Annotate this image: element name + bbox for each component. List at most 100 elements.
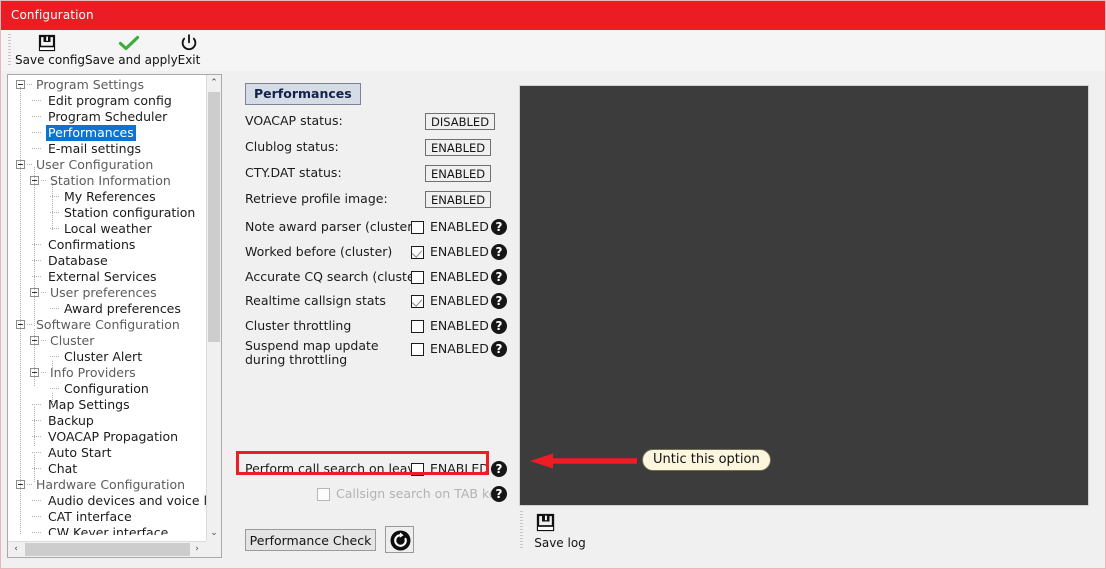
sidebar-item-chat[interactable]: Chat: [8, 461, 206, 477]
status-row: VOACAP status: DISABLED: [239, 111, 511, 131]
sidebar-item-configuration[interactable]: Configuration: [8, 381, 206, 397]
annotation-arrow-icon: [529, 451, 639, 471]
sidebar-item-label: Chat: [48, 461, 78, 476]
sidebar-item-cluster-alert[interactable]: Cluster Alert: [8, 349, 206, 365]
tree-vertical-scrollbar[interactable]: ⌃ ⌄: [206, 75, 221, 541]
sidebar-item-station-information[interactable]: Station Information: [8, 173, 206, 189]
sidebar-item-e-mail-settings[interactable]: E-mail settings: [8, 141, 206, 157]
settings-tree[interactable]: Program Settings Edit program config Progr…: [8, 77, 206, 535]
help-icon[interactable]: ?: [491, 461, 507, 477]
sidebar-item-edit-program-config[interactable]: Edit program config: [8, 93, 206, 109]
help-icon[interactable]: ?: [491, 318, 507, 334]
sidebar-item-program-scheduler[interactable]: Program Scheduler: [8, 109, 206, 125]
scroll-up-icon[interactable]: ⌃: [207, 75, 221, 91]
sidebar-item-user-preferences[interactable]: User preferences: [8, 285, 206, 301]
tree-guide-line: [34, 407, 35, 447]
sidebar-item-cw-keyer-interface[interactable]: CW Keyer interface: [8, 525, 206, 535]
sidebar-item-label: VOACAP Propagation: [48, 429, 179, 444]
sidebar-item-performances[interactable]: Performances: [8, 125, 206, 141]
sidebar-item-award-preferences[interactable]: Award preferences: [8, 301, 206, 317]
option-checkbox[interactable]: [411, 320, 424, 333]
refresh-circle-icon: [390, 530, 411, 555]
tree-connector: [50, 308, 60, 309]
option-label: Callsign search on TAB key: [336, 486, 504, 501]
sidebar-item-backup[interactable]: Backup: [8, 413, 206, 429]
status-row-label: CTY.DAT status:: [245, 165, 342, 180]
help-icon[interactable]: ?: [491, 341, 507, 357]
settings-tree-panel: Program Settings Edit program config Progr…: [7, 74, 222, 558]
tree-connector: [50, 388, 60, 389]
status-badge: ENABLED: [425, 139, 492, 156]
configuration-window: Configuration Save config Save and apply…: [0, 0, 1106, 569]
tree-horizontal-scrollbar[interactable]: ‹ ›: [8, 541, 221, 557]
option-state-text: ENABLED: [430, 219, 489, 234]
tree-connector: [41, 340, 47, 341]
help-icon[interactable]: ?: [491, 219, 507, 235]
sidebar-item-label: Cluster Alert: [64, 349, 143, 364]
sidebar-item-database[interactable]: Database: [8, 253, 206, 269]
sidebar-item-label: Database: [48, 253, 108, 268]
refresh-button[interactable]: [385, 526, 414, 553]
save-config-button[interactable]: Save config: [15, 32, 85, 70]
option-label: Note award parser (cluster): [245, 219, 418, 234]
tree-connector: [41, 180, 47, 181]
status-row: Retrieve profile image: ENABLED: [239, 189, 511, 209]
option-checkbox[interactable]: [411, 343, 424, 356]
help-icon[interactable]: ?: [491, 486, 507, 502]
sidebar-item-my-references[interactable]: My References: [8, 189, 206, 205]
sidebar-item-local-weather[interactable]: Local weather: [8, 221, 206, 237]
option-state-text: ENABLED: [430, 244, 489, 259]
option-row: Suspend map update during throttling ENABL…: [239, 339, 511, 367]
tree-connector: [27, 84, 33, 85]
tree-connector: [32, 404, 42, 405]
tree-vscroll-thumb[interactable]: [208, 92, 220, 342]
save-log-label[interactable]: Save log: [526, 536, 594, 550]
option-checkbox[interactable]: [411, 246, 424, 259]
tree-connector: [32, 116, 42, 117]
tree-hscroll-thumb[interactable]: [25, 543, 190, 556]
option-checkbox[interactable]: [411, 295, 424, 308]
sidebar-item-label: Backup: [48, 413, 94, 428]
option-checkbox[interactable]: [411, 271, 424, 284]
performance-check-button[interactable]: Performance Check: [245, 529, 376, 551]
sidebar-item-label: Local weather: [64, 221, 152, 236]
option-label: Perform call search on leave: [245, 461, 423, 476]
section-title: Performances: [245, 83, 361, 105]
sidebar-item-confirmations[interactable]: Confirmations: [8, 237, 206, 253]
exit-button[interactable]: Exit: [173, 32, 205, 70]
sidebar-item-cluster[interactable]: Cluster: [8, 333, 206, 349]
sidebar-item-label: Program Settings: [36, 77, 144, 92]
option-checkbox[interactable]: [411, 221, 424, 234]
option-checkbox[interactable]: [411, 463, 424, 476]
help-icon[interactable]: ?: [491, 269, 507, 285]
help-icon[interactable]: ?: [491, 244, 507, 260]
save-and-apply-button[interactable]: Save and apply: [85, 32, 178, 70]
help-icon[interactable]: ?: [491, 293, 507, 309]
status-row: CTY.DAT status: ENABLED: [239, 163, 511, 183]
option-state-text: ENABLED: [430, 269, 489, 284]
power-icon: [173, 33, 205, 53]
sidebar-item-software-configuration[interactable]: Software Configuration: [8, 317, 206, 333]
sidebar-item-audio-devices-and-voice-keyer[interactable]: Audio devices and voice keyer: [8, 493, 206, 509]
tree-connector: [27, 324, 33, 325]
sidebar-item-user-configuration[interactable]: User Configuration: [8, 157, 206, 173]
tree-guide-line: [34, 329, 35, 387]
option-label: Worked before (cluster): [245, 244, 393, 259]
scroll-down-icon[interactable]: ⌄: [207, 525, 221, 541]
sidebar-item-cat-interface[interactable]: CAT interface: [8, 509, 206, 525]
sidebar-item-station-configuration[interactable]: Station configuration: [8, 205, 206, 221]
sidebar-item-external-services[interactable]: External Services: [8, 269, 206, 285]
sidebar-item-label: Software Configuration: [36, 317, 180, 332]
scroll-left-icon[interactable]: ‹: [8, 542, 24, 557]
option-state-text: ENABLED: [430, 341, 489, 356]
sidebar-item-info-providers[interactable]: Info Providers: [8, 365, 206, 381]
scroll-right-icon[interactable]: ›: [189, 542, 205, 557]
status-row-label: VOACAP status:: [245, 113, 343, 128]
sidebar-item-label: Hardware Configuration: [36, 477, 186, 492]
sidebar-item-program-settings[interactable]: Program Settings: [8, 77, 206, 93]
sidebar-item-voacap-propagation[interactable]: VOACAP Propagation: [8, 429, 206, 445]
sidebar-item-hardware-configuration[interactable]: Hardware Configuration: [8, 477, 206, 493]
sidebar-item-auto-start[interactable]: Auto Start: [8, 445, 206, 461]
sidebar-item-label: Award preferences: [64, 301, 181, 316]
sidebar-item-map-settings[interactable]: Map Settings: [8, 397, 206, 413]
